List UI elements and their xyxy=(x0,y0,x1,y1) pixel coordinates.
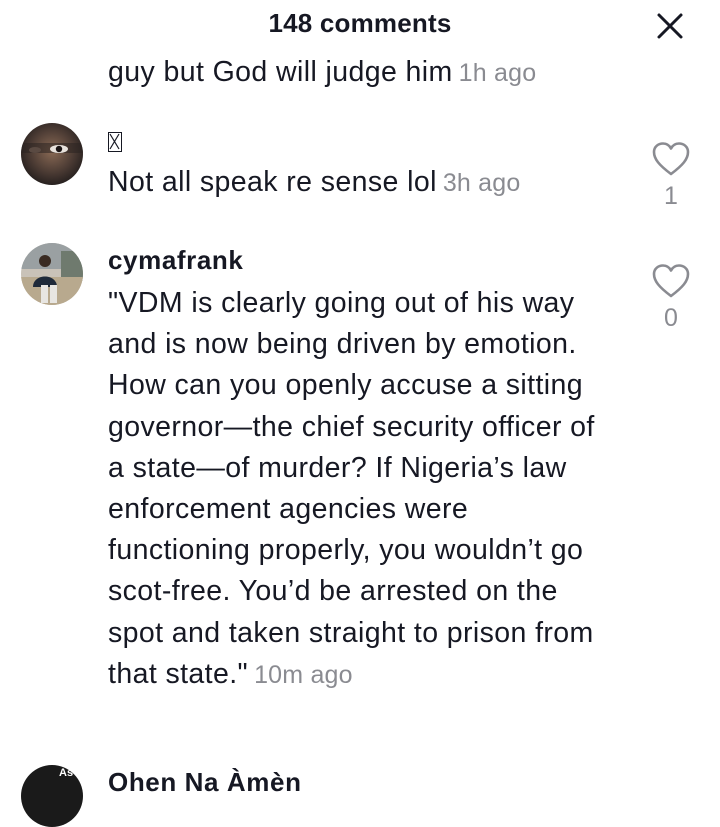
avatar-text: As xyxy=(59,767,74,779)
close-button[interactable] xyxy=(652,8,688,44)
comments-count-title: 148 comments xyxy=(268,8,452,38)
like-button[interactable]: 1 xyxy=(648,141,694,211)
avatar[interactable] xyxy=(21,243,83,305)
comment-time: 1h ago xyxy=(458,59,537,87)
like-button[interactable]: 0 xyxy=(648,263,694,333)
comment-text: Not all speak re sense lol 3h ago xyxy=(108,166,521,198)
comment-text: guy but God will judge him 1h ago xyxy=(108,56,537,88)
missing-glyph-icon xyxy=(108,132,122,152)
comments-header: 148 comments xyxy=(0,0,720,46)
like-count: 0 xyxy=(664,304,678,332)
close-icon xyxy=(657,13,683,39)
avatar-image xyxy=(21,123,83,185)
avatar[interactable]: As xyxy=(21,765,83,827)
comment-username[interactable]: cymafrank xyxy=(108,245,243,276)
avatar-image xyxy=(21,243,83,305)
like-count: 1 xyxy=(664,182,678,210)
comment-username[interactable] xyxy=(108,128,122,159)
comment-text: "VDM is clearly going out of his way and… xyxy=(108,287,595,690)
heart-icon xyxy=(652,142,690,176)
heart-icon xyxy=(652,264,690,298)
avatar[interactable] xyxy=(21,123,83,185)
comment-time: 10m ago xyxy=(254,660,353,689)
comment-username[interactable]: Ohen Na Àmèn xyxy=(108,767,302,798)
comment-time: 3h ago xyxy=(442,169,521,197)
